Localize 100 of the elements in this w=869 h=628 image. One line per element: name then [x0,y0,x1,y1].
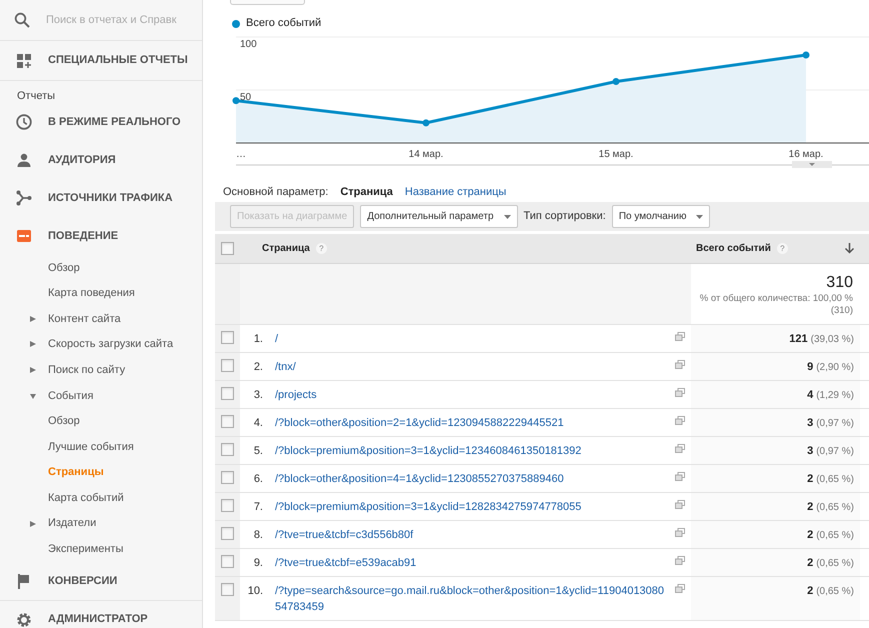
checkbox[interactable] [221,331,234,344]
dimension-option[interactable]: Страница [340,184,393,200]
gear-icon [16,612,32,628]
legend-label: Всего событий [246,16,322,32]
summary-total: 310 [825,273,853,293]
row-number: 4. [254,417,263,429]
checkbox[interactable] [221,471,234,484]
checkbox[interactable] [221,387,234,400]
page-link[interactable]: /tnx/ [275,359,296,375]
nav-item[interactable]: Издатели [48,515,96,532]
search-field[interactable]: Поиск в отчетах и Справк [46,12,186,28]
date-range-button[interactable] [230,0,305,5]
open-window-icon[interactable] [675,388,685,397]
data-point [802,52,810,59]
nav-section[interactable]: ПОВЕДЕНИЕ [48,228,118,244]
open-window-icon[interactable] [675,528,685,537]
x-tick-label: 14 мар. [408,149,444,160]
nav-item[interactable]: Поиск по сайту [48,362,126,378]
event-percent: (0,65 %) [816,502,854,513]
open-window-icon[interactable] [675,472,685,481]
page-link[interactable]: /?tve=true&tcbf=e539acab91 [275,555,416,571]
event-percent: (39,03 %) [810,334,854,345]
checkbox[interactable] [221,499,234,512]
page-link[interactable]: /?block=premium&position=3=1&yclid=1234608461350181392 [275,443,582,459]
event-percent: (0,65 %) [816,586,854,597]
checkbox[interactable] [221,527,234,540]
x-tick-label: … [236,149,246,160]
event-count: 2 [807,557,814,569]
nav-section[interactable]: ИСТОЧНИКИ ТРАФИКА [48,190,173,206]
event-count: 2 [807,501,814,513]
sort-dropdown[interactable]: По умолчанию [612,205,710,228]
page-link[interactable]: /?type=search&source=go.mail.ru&block=other&position=1&yclid=1190401308054783459 [275,583,670,615]
row-number: 10. [248,585,263,597]
checkbox[interactable] [221,443,234,456]
event-count: 4 [807,389,814,401]
nav-item[interactable]: События [48,388,94,404]
y-tick-label: 100 [240,39,257,50]
nav-item[interactable]: Обзор [48,260,80,276]
nav-section[interactable]: В РЕЖИМЕ РЕАЛЬНОГО [48,114,181,130]
nav-item[interactable]: Контент сайта [48,310,121,328]
page-link[interactable]: /?block=premium&position=3=1&yclid=1282834275974778055 [275,499,582,515]
page-link[interactable]: /projects [275,387,317,403]
event-count: 9 [807,361,814,373]
sort-label: Тип сортировки: [524,209,606,224]
column-header[interactable]: Всего событий [696,241,771,256]
section-heading: Отчеты [17,90,56,102]
expand-arrow-icon[interactable] [30,367,36,374]
summary-share: % от общего количества: 100,00 % [698,293,853,305]
page-link[interactable]: /?block=other&position=2=1&yclid=1230945882229445521 [275,415,564,431]
dimension-label: Основной параметр: [223,184,328,200]
custom-reports-link[interactable]: СПЕЦИАЛЬНЫЕ ОТЧЕТЫ [48,52,188,69]
open-window-icon[interactable] [675,444,685,453]
open-window-icon[interactable] [675,556,685,565]
nav-item[interactable]: Лучшие события [48,438,134,456]
dashboard-add-icon [16,52,32,68]
resize-handle[interactable] [792,161,832,168]
open-window-icon[interactable] [675,332,685,341]
checkbox[interactable] [221,359,234,372]
summary-count: (310) [830,304,853,317]
checkbox[interactable] [221,583,234,596]
nav-section[interactable]: АУДИТОРИЯ [48,152,116,168]
nav-item[interactable]: Обзор [48,413,80,430]
nav-section[interactable]: КОНВЕРСИИ [48,572,118,590]
checkbox[interactable] [221,555,234,568]
row-number: 5. [254,445,263,457]
secondary-dimension-dropdown[interactable]: Дополнительный параметр [360,205,518,228]
row-number: 3. [254,389,263,401]
data-point [612,78,620,86]
event-percent: (0,97 %) [816,418,854,429]
nav-item[interactable]: Скорость загрузки сайта [48,336,174,353]
data-point [422,119,430,126]
event-percent: (0,65 %) [816,558,854,569]
checkbox[interactable] [221,242,234,255]
open-window-icon[interactable] [675,360,685,369]
nav-item[interactable]: Карта событий [48,490,124,506]
event-count: 2 [807,585,814,597]
checkbox[interactable] [221,415,234,428]
sort-arrow-icon[interactable] [845,243,854,254]
open-window-icon[interactable] [675,500,685,509]
expand-arrow-icon[interactable] [30,520,36,527]
event-percent: (0,65 %) [816,474,854,485]
page-link[interactable]: / [275,331,278,347]
dimension-link[interactable]: Название страницы [404,184,506,200]
row-number: 2. [254,361,263,373]
open-window-icon[interactable] [675,584,685,593]
open-window-icon[interactable] [675,416,685,425]
column-header[interactable]: Страница [262,241,310,256]
row-number: 7. [254,501,263,513]
expand-arrow-icon[interactable] [30,316,36,322]
page-link[interactable]: /?block=other&position=4=1&yclid=1230855270375889460 [275,471,564,487]
nav-item[interactable]: Карта поведения [48,285,135,302]
row-number: 8. [254,529,263,541]
nav-section[interactable]: АДМИНИСТРАТОР [48,611,148,628]
expand-arrow-icon[interactable] [30,341,36,348]
page-link[interactable]: /?tve=true&tcbf=c3d556b80f [275,527,414,543]
x-tick-label: 16 мар. [788,149,824,160]
collapse-arrow-icon[interactable] [30,392,36,399]
event-percent: (0,65 %) [816,530,854,541]
row-number: 6. [254,473,263,485]
nav-item[interactable]: Эксперименты [48,541,124,558]
